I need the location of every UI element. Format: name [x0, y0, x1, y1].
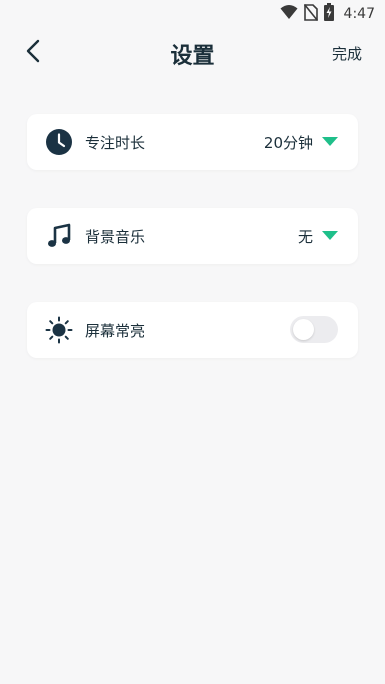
page-title: 设置 — [170, 44, 215, 69]
no-sim-icon — [303, 3, 318, 25]
focus-duration-value[interactable]: 20分钟 — [264, 132, 313, 153]
clock-icon — [44, 127, 74, 157]
setting-row-keep-screen-on: 屏幕常亮 — [27, 302, 358, 358]
wifi-icon — [280, 4, 298, 24]
setting-label: 专注时长 — [85, 134, 146, 152]
setting-label: 屏幕常亮 — [85, 322, 146, 340]
status-icons: 4:47 — [280, 3, 375, 25]
toggle-knob — [293, 319, 314, 340]
battery-charging-icon — [323, 3, 334, 25]
setting-row-focus-duration[interactable]: 专注时长 20分钟 — [27, 114, 358, 170]
setting-row-background-music[interactable]: 背景音乐 无 — [27, 208, 358, 264]
header: 设置 完成 — [0, 28, 385, 78]
dropdown-caret-icon[interactable] — [322, 137, 338, 146]
sun-icon — [44, 315, 74, 345]
background-music-value[interactable]: 无 — [298, 226, 313, 247]
done-button[interactable]: 完成 — [332, 43, 362, 64]
keep-screen-on-toggle[interactable] — [290, 316, 338, 343]
setting-label: 背景音乐 — [85, 228, 146, 246]
music-note-icon — [44, 221, 74, 251]
status-time: 4:47 — [343, 6, 375, 22]
status-bar: 4:47 — [0, 0, 385, 28]
dropdown-caret-icon[interactable] — [322, 231, 338, 240]
